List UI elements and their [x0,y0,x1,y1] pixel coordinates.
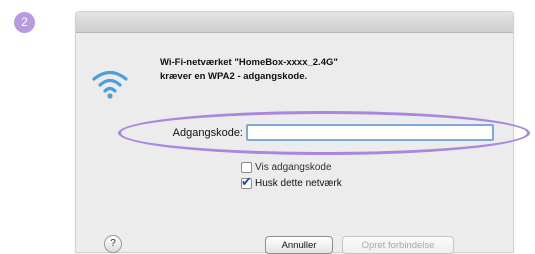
password-input[interactable] [246,124,494,141]
show-password-option[interactable]: Vis adgangskode [241,160,332,174]
wifi-icon [92,70,128,99]
dialog-title-bar[interactable] [76,12,513,33]
help-button[interactable]: ? [104,235,122,253]
step-number-badge: 2 [14,12,35,33]
wifi-password-dialog: Wi-Fi-netværket "HomeBox-xxxx_2.4G" kræv… [76,12,513,254]
remember-network-label: Husk dette netværk [255,177,342,189]
checkmark-icon: ✔ [241,173,252,189]
show-password-checkbox[interactable] [241,161,252,173]
password-row: Adgangskode: [76,122,513,146]
dialog-message: Wi-Fi-netværket "HomeBox-xxxx_2.4G" kræv… [160,56,460,84]
remember-network-checkbox[interactable]: ✔ [241,174,252,189]
show-password-label: Vis adgangskode [255,161,332,173]
remember-network-option[interactable]: ✔ Husk dette netværk [241,174,342,190]
message-line-network: Wi-Fi-netværket "HomeBox-xxxx_2.4G" [160,57,338,68]
password-label: Adgangskode: [172,127,243,139]
message-line-requirement: kræver en WPA2 - adgangskode. [160,71,308,82]
cancel-button[interactable]: Annuller [265,236,333,254]
connect-button[interactable]: Opret forbindelse [342,236,454,254]
